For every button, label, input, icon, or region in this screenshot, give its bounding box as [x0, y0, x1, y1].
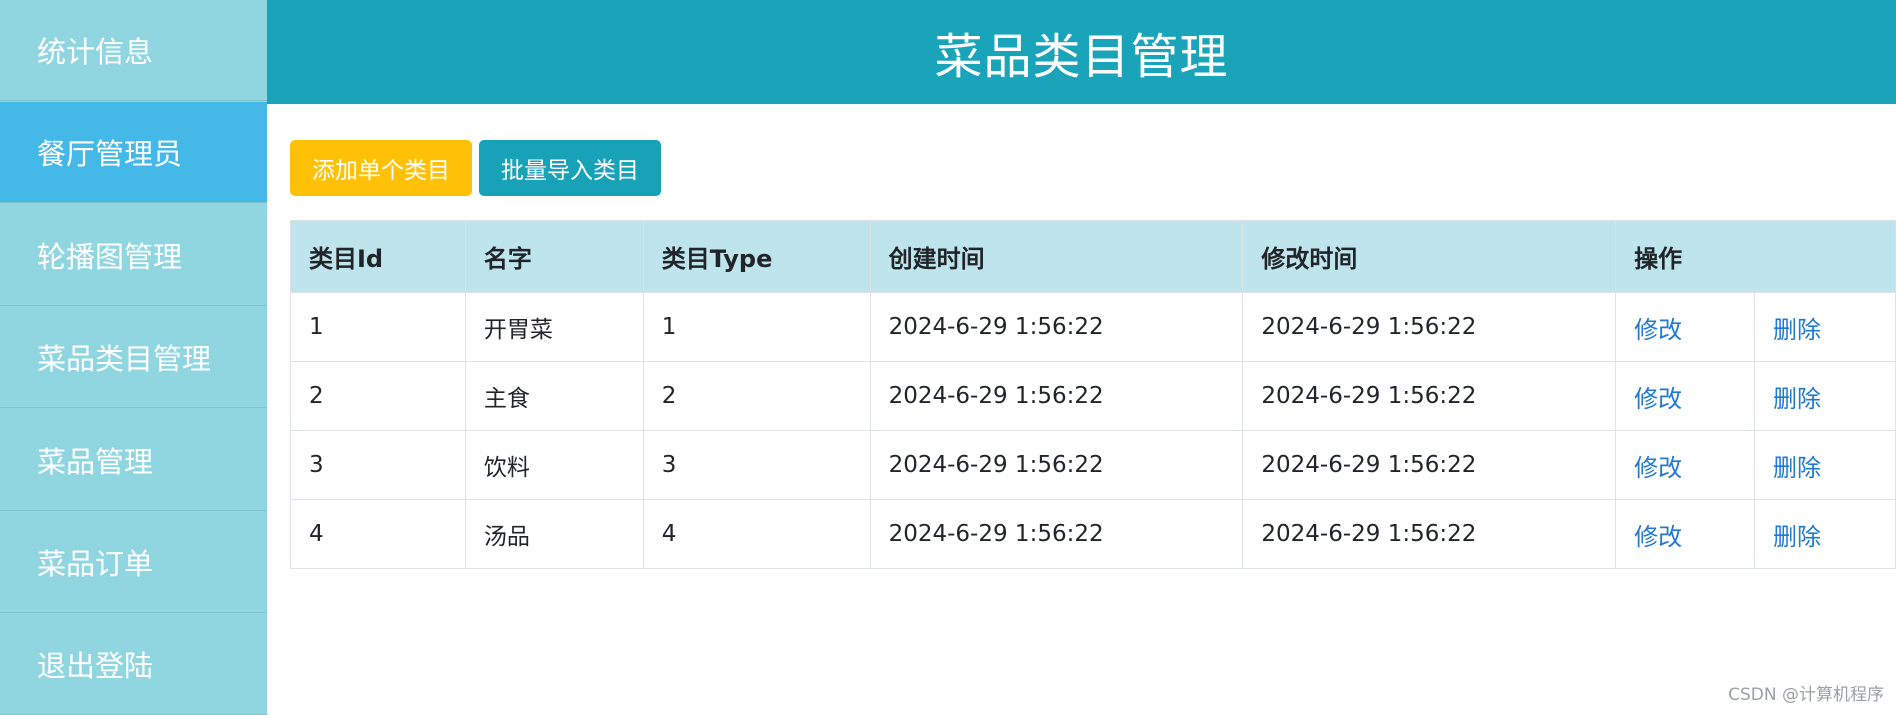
edit-link[interactable]: 修改: [1634, 385, 1682, 413]
cell-type: 4: [643, 500, 870, 569]
column-header-type: 类目Type: [643, 221, 870, 293]
cell-name: 汤品: [465, 500, 643, 569]
cell-name: 开胃菜: [465, 293, 643, 362]
sidebar-item-carousel[interactable]: 轮播图管理: [0, 205, 267, 306]
delete-link[interactable]: 删除: [1773, 523, 1821, 551]
cell-type: 2: [643, 362, 870, 431]
cell-id: 3: [291, 431, 466, 500]
add-category-button[interactable]: 添加单个类目: [290, 140, 472, 196]
sidebar-item-dish-management[interactable]: 菜品管理: [0, 410, 267, 511]
category-table-wrapper: 类目Id 名字 类目Type 创建时间 修改时间 操作 1 开胃菜 1 2024…: [290, 220, 1896, 569]
sidebar-item-label: 统计信息: [37, 29, 153, 71]
cell-name: 主食: [465, 362, 643, 431]
sidebar-item-label: 菜品管理: [37, 439, 153, 481]
table-header-row: 类目Id 名字 类目Type 创建时间 修改时间 操作: [291, 221, 1896, 293]
cell-created: 2024-6-29 1:56:22: [870, 431, 1243, 500]
cell-edit: 修改: [1616, 293, 1755, 362]
delete-link[interactable]: 删除: [1773, 316, 1821, 344]
cell-type: 1: [643, 293, 870, 362]
sidebar-item-restaurant-admin[interactable]: 餐厅管理员: [0, 102, 267, 203]
table-row: 1 开胃菜 1 2024-6-29 1:56:22 2024-6-29 1:56…: [291, 293, 1896, 362]
cell-name: 饮料: [465, 431, 643, 500]
cell-edit: 修改: [1616, 500, 1755, 569]
toolbar: 添加单个类目 批量导入类目: [290, 140, 661, 196]
delete-link[interactable]: 删除: [1773, 454, 1821, 482]
watermark: CSDN @计算机程序: [1728, 680, 1884, 705]
sidebar-item-statistics[interactable]: 统计信息: [0, 0, 267, 101]
cell-created: 2024-6-29 1:56:22: [870, 362, 1243, 431]
delete-link[interactable]: 删除: [1773, 385, 1821, 413]
cell-edit: 修改: [1616, 431, 1755, 500]
import-categories-button[interactable]: 批量导入类目: [479, 140, 661, 196]
sidebar-item-dish-category[interactable]: 菜品类目管理: [0, 307, 267, 408]
cell-id: 1: [291, 293, 466, 362]
column-header-modified: 修改时间: [1243, 221, 1616, 293]
table-row: 2 主食 2 2024-6-29 1:56:22 2024-6-29 1:56:…: [291, 362, 1896, 431]
edit-link[interactable]: 修改: [1634, 316, 1682, 344]
cell-modified: 2024-6-29 1:56:22: [1243, 500, 1616, 569]
cell-delete: 删除: [1755, 362, 1896, 431]
sidebar-item-logout[interactable]: 退出登陆: [0, 614, 267, 715]
column-header-name: 名字: [465, 221, 643, 293]
cell-created: 2024-6-29 1:56:22: [870, 293, 1243, 362]
cell-modified: 2024-6-29 1:56:22: [1243, 293, 1616, 362]
sidebar: 统计信息 餐厅管理员 轮播图管理 菜品类目管理 菜品管理 菜品订单 退出登陆: [0, 0, 267, 710]
page-header: 菜品类目管理: [267, 0, 1896, 104]
column-header-actions: 操作: [1616, 221, 1896, 293]
cell-id: 4: [291, 500, 466, 569]
sidebar-item-label: 餐厅管理员: [37, 131, 182, 173]
cell-modified: 2024-6-29 1:56:22: [1243, 431, 1616, 500]
category-table: 类目Id 名字 类目Type 创建时间 修改时间 操作 1 开胃菜 1 2024…: [290, 220, 1896, 569]
table-row: 4 汤品 4 2024-6-29 1:56:22 2024-6-29 1:56:…: [291, 500, 1896, 569]
edit-link[interactable]: 修改: [1634, 454, 1682, 482]
column-header-created: 创建时间: [870, 221, 1243, 293]
cell-created: 2024-6-29 1:56:22: [870, 500, 1243, 569]
cell-type: 3: [643, 431, 870, 500]
cell-delete: 删除: [1755, 293, 1896, 362]
cell-modified: 2024-6-29 1:56:22: [1243, 362, 1616, 431]
sidebar-item-dish-orders[interactable]: 菜品订单: [0, 512, 267, 613]
sidebar-item-label: 退出登陆: [37, 643, 153, 685]
edit-link[interactable]: 修改: [1634, 523, 1682, 551]
cell-delete: 删除: [1755, 500, 1896, 569]
page-title: 菜品类目管理: [934, 17, 1228, 87]
sidebar-item-label: 菜品订单: [37, 541, 153, 583]
sidebar-item-label: 菜品类目管理: [37, 336, 211, 378]
cell-edit: 修改: [1616, 362, 1755, 431]
cell-id: 2: [291, 362, 466, 431]
cell-delete: 删除: [1755, 431, 1896, 500]
column-header-id: 类目Id: [291, 221, 466, 293]
table-row: 3 饮料 3 2024-6-29 1:56:22 2024-6-29 1:56:…: [291, 431, 1896, 500]
sidebar-item-label: 轮播图管理: [37, 234, 182, 276]
